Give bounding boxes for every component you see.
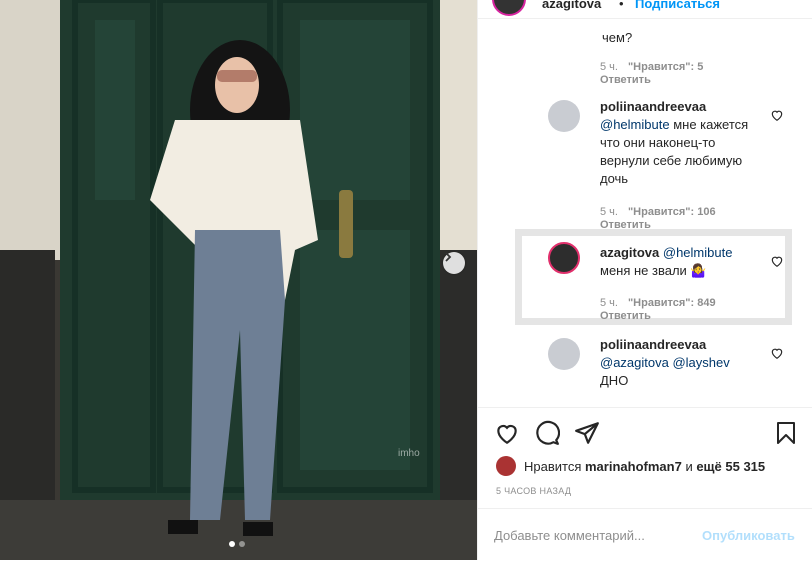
- post-sidebar: azagitova • Подписаться чем? 5 ч. "Нравит…: [477, 0, 812, 560]
- comment-time: 5 ч.: [600, 61, 618, 73]
- post-actions: Нравится marinahofman7 и ещё 55 315 5 ЧА…: [478, 407, 812, 508]
- post-header: azagitova • Подписаться: [478, 0, 812, 19]
- photo-image: [0, 0, 477, 560]
- carousel-dots: [229, 541, 245, 547]
- commenter-avatar[interactable]: [548, 100, 580, 132]
- share-icon[interactable]: [574, 420, 600, 446]
- comment-icon[interactable]: [534, 420, 560, 446]
- commenter-avatar[interactable]: [548, 338, 580, 370]
- comment-text-partial: чем?: [602, 30, 633, 45]
- likes-prefix: Нравится: [524, 458, 582, 474]
- follow-button[interactable]: Подписаться: [635, 0, 720, 11]
- carousel-dot: [229, 541, 235, 547]
- liker-avatar[interactable]: [496, 456, 516, 476]
- post-timestamp[interactable]: 5 ЧАСОВ НАЗАД: [496, 486, 571, 496]
- comment-meta: 5 ч. "Нравится": 5: [600, 60, 703, 74]
- commenter-avatar[interactable]: [548, 242, 580, 274]
- comments-list[interactable]: чем? 5 ч. "Нравится": 5 Ответить poliinaa…: [478, 18, 812, 406]
- comment-mention[interactable]: @azagitova @layshev: [600, 355, 730, 370]
- heart-icon[interactable]: [770, 108, 784, 122]
- author-avatar[interactable]: [492, 0, 526, 16]
- comment-time: 5 ч.: [600, 297, 618, 309]
- comment-meta: 5 ч. "Нравится": 849: [600, 296, 716, 310]
- add-comment-bar: Добавьте комментарий... Опубликовать: [478, 508, 812, 561]
- reply-button[interactable]: Ответить: [600, 310, 651, 322]
- comment-body: azagitova @helmibute меня не звали 🤷‍♀️: [600, 244, 768, 280]
- comment-input[interactable]: Добавьте комментарий...: [494, 528, 645, 543]
- photo-watermark: imho: [398, 448, 420, 459]
- comment-mention[interactable]: @helmibute: [663, 245, 733, 260]
- heart-icon[interactable]: [494, 420, 520, 446]
- comment-likes-count[interactable]: "Нравится": 5: [628, 61, 703, 73]
- author-username[interactable]: azagitova: [542, 0, 601, 11]
- header-separator: •: [619, 0, 624, 11]
- likes-summary: Нравится marinahofman7 и ещё 55 315: [496, 456, 765, 476]
- heart-icon[interactable]: [770, 254, 784, 268]
- comment-time: 5 ч.: [600, 206, 618, 218]
- chevron-right-icon: [445, 252, 452, 262]
- comment-likes-count[interactable]: "Нравится": 106: [628, 206, 716, 218]
- comment-text: ДНО: [600, 373, 629, 388]
- comment-text: меня не звали 🤷‍♀️: [600, 263, 707, 278]
- publish-button[interactable]: Опубликовать: [702, 528, 795, 543]
- comment-body: poliinaandreevaa @helmibute мне кажется …: [600, 98, 768, 188]
- comment-body: poliinaandreevaa @azagitova @layshev ДНО: [600, 336, 768, 390]
- reply-button[interactable]: Ответить: [600, 74, 651, 86]
- post-photo[interactable]: imho: [0, 0, 477, 560]
- comment-username[interactable]: azagitova: [600, 245, 659, 260]
- carousel-dot: [239, 541, 245, 547]
- likes-connector: и: [685, 458, 693, 474]
- likes-count[interactable]: ещё 55 315: [696, 459, 765, 474]
- comment-username[interactable]: poliinaandreevaa: [600, 99, 706, 114]
- bookmark-icon[interactable]: [774, 420, 798, 446]
- heart-icon[interactable]: [770, 346, 784, 360]
- comment-username[interactable]: poliinaandreevaa: [600, 337, 706, 352]
- comment-meta: 5 ч. "Нравится": 106: [600, 205, 716, 219]
- liker-username[interactable]: marinahofman7: [585, 459, 682, 474]
- comment-mention[interactable]: @helmibute: [600, 117, 670, 132]
- comment-likes-count[interactable]: "Нравится": 849: [628, 297, 716, 309]
- next-photo-button[interactable]: [443, 252, 465, 274]
